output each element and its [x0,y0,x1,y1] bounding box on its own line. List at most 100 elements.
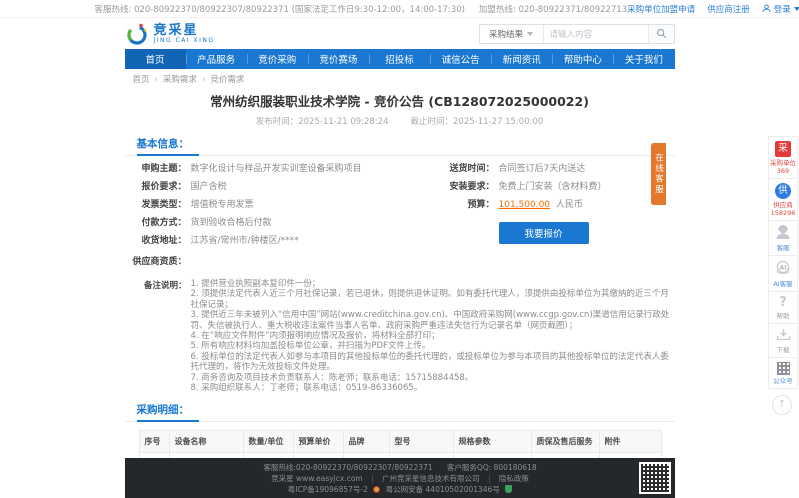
remark-item: 8. 采购组织联系人：丁老师；联系电话：0519-86336065。 [191,383,671,393]
col-quantity-unit: 数量/单位 [243,431,293,453]
remark-item: 1. 提供营业执照副本复印件一份； [191,279,671,289]
col-brand: 品牌 [343,431,389,453]
remark-item: 7. 商务咨询及项目技术负责联系人：陈老师；联系电话：15715884458。 [191,373,671,383]
footer-qrcode [639,462,671,494]
footer-privacy-link[interactable]: 隐私政策 [499,474,529,483]
ai-service-icon: AI [775,260,791,275]
nav-item-news[interactable]: 新闻资讯 [491,49,552,69]
supplier-badge-icon: 供 [775,183,791,199]
table-header-row: 序号 设备名称 数量/单位 预算单价 品牌 型号 规格参数 质保及售后服务 附件 [139,431,661,453]
customer-service-icon [775,225,791,239]
back-to-top-button[interactable]: ↑ [772,395,792,415]
supplier-register-link[interactable]: 供应商注册 [707,3,750,15]
deadline-time: 截止时间：2025-11-27 15:00:00 [411,115,544,127]
col-spec: 规格参数 [453,431,531,453]
remark-item: 5. 所有响应材料均加盖投标单位公章，并扫描为PDF文件上传。 [191,341,671,351]
rail-ai-service[interactable]: AI AI客服 [768,256,798,292]
rail-download[interactable]: 下载 [768,324,798,358]
online-service-tab[interactable]: 在线客服 [651,143,666,205]
nav-item-bidding-arena[interactable]: 竞价赛场 [308,49,369,69]
svg-text:AI: AI [779,264,786,272]
info-row-budget: 预算： 101,500.00 人民币 [433,200,675,210]
nav-item-bidding-purchase[interactable]: 竞价采购 [247,49,308,69]
help-icon: ? [769,296,797,310]
site-logo[interactable]: 竞采星 JING CAI XING [125,22,215,46]
main-nav: 首页 产品服务 竞价采购 竞价赛场 招投标 诚信公告 新闻资讯 帮助中心 关于我… [125,49,675,69]
rail-supplier-count[interactable]: 供 供应商 158296 [768,179,798,221]
chevron-down-icon [794,7,799,11]
nav-item-integrity-notice[interactable]: 诚信公告 [430,49,491,69]
qrcode-icon [777,362,790,375]
breadcrumb-purchase-demand[interactable]: 采购需求 [163,73,205,85]
purchaser-apply-link[interactable]: 采购单位加盟申请 [627,3,695,15]
footer-icp[interactable]: 粤ICP备19096857号-2 [288,485,368,494]
remarks-block: 备注说明： 1. 提供营业执照副本复印件一份； 2. 须提供法定代表人近三个月社… [125,279,675,393]
download-icon [776,328,791,341]
login-menu[interactable]: 登录 [762,3,799,15]
logo-name-cn: 竞采星 [154,24,215,37]
shield-icon [505,485,512,493]
col-device-name: 设备名称 [169,431,243,453]
purchaser-badge-icon: 采 [775,141,791,157]
rail-help[interactable]: ? 帮助 [768,292,798,324]
breadcrumb: 首页 采购需求 竞价需求 [125,73,675,85]
info-row-invoice-type: 发票类型： 增值税专用发票 [125,200,433,210]
top-utility-bar: 客服热线: 020-80922370/80922307/80922371 (国家… [0,0,799,18]
remarks-list: 1. 提供营业执照副本复印件一份； 2. 须提供法定代表人近三个月社保记录，若已… [191,279,671,393]
search-category-select[interactable]: 采购结果 [480,25,544,43]
emblem-icon [373,486,380,493]
info-row-quote-requirement: 报价要求： 国产含税 [125,182,433,192]
supplier-qualification-row: 供应商资质： [125,254,675,267]
col-index: 序号 [139,431,169,453]
remark-item: 2. 须提供法定代表人近三个月社保记录，若已退休，则提供退休证明。如有委托代理人… [191,289,671,310]
notice-meta: 发布时间：2025-11-21 09:28:24 截止时间：2025-11-27… [125,115,675,127]
page-title: 常州纺织服装职业技术学院 - 竞价公告 (CB128072025000022) [125,91,675,110]
search-category-value: 采购结果 [489,28,523,40]
site-header: 竞采星 JING CAI XING 采购结果 [125,18,675,49]
info-row-install: 安装要求： 免费上门安装（含材料费） [433,182,675,192]
budget-currency: 人民币 [556,200,583,210]
info-row-delivery-time: 送货时间： 合同签订后7天内送达 [433,164,675,174]
footer-hotline: 客服热线:020-80922370/80922307/80922371 [263,463,432,472]
nav-item-products[interactable]: 产品服务 [186,49,247,69]
purchase-detail-section-title: 采购明细： [125,402,675,422]
col-model: 型号 [389,431,453,453]
rail-customer-service[interactable]: 客服 [768,221,798,256]
logo-swirl-icon [125,22,149,46]
join-hotline: 加盟热线: 020-80922371/80922713 [479,3,627,15]
quote-now-button[interactable]: 我要报价 [499,222,589,244]
info-row-payment: 付款方式： 货到验收合格后付款 [125,218,433,228]
basic-info-grid: 申购主题： 数字化设计与样品开发实训室设备采购项目 报价要求： 国产含税 发票类… [125,164,675,254]
remark-item: 4. 在“响应文件附件”内须报明响应情况及报价，将材料全部打印； [191,331,671,341]
search-bar: 采购结果 [479,24,675,44]
remark-item: 6. 投标单位的法定代表人如参与本项目的其他投标单位的委托代理的，或投标单位为参… [191,352,671,373]
rail-purchaser-count[interactable]: 采 采购单位 369 [768,136,798,179]
nav-item-home[interactable]: 首页 [125,49,186,69]
col-warranty: 质保及售后服务 [531,431,599,453]
main-content: 首页 采购需求 竞价需求 常州纺织服装职业技术学院 - 竞价公告 (CB1280… [125,73,675,498]
rail-official-account[interactable]: 公众号 [768,358,798,389]
qrcode-icon [641,464,669,492]
search-button[interactable] [648,25,674,43]
site-footer: 客服热线:020-80922370/80922307/80922371 客户服务… [125,458,675,498]
footer-police-record[interactable]: 粤公网安备 44010502001346号 [386,485,500,494]
service-hotline: 客服热线: 020-80922370/80922307/80922371 (国家… [95,3,465,15]
footer-qq: 客户服务QQ: 800180618 [447,463,537,472]
basic-info-section-title: 基本信息： [125,136,675,156]
nav-item-about-us[interactable]: 关于我们 [613,49,674,69]
chevron-down-icon [527,32,533,36]
col-attachment: 附件 [599,431,661,453]
floating-rail: 采 采购单位 369 供 供应商 158296 客服 AI AI客服 ? 帮助 … [768,136,798,415]
footer-company: 广州竞采星信息技术有限公司 [382,474,480,483]
footer-site-link[interactable]: 竞采星 www.easyjcx.com [271,474,363,483]
publish-time: 发布时间：2025-11-21 09:28:24 [256,115,389,127]
nav-item-help-center[interactable]: 帮助中心 [552,49,613,69]
breadcrumb-home[interactable]: 首页 [133,73,158,85]
budget-amount: 101,500.00 [499,200,551,210]
col-budget-unit-price: 预算单价 [293,431,343,453]
user-icon [762,4,771,13]
nav-item-tenders[interactable]: 招投标 [369,49,430,69]
login-label: 登录 [774,3,791,15]
search-input[interactable] [544,25,648,43]
breadcrumb-bidding-demand: 竞价需求 [210,73,244,85]
